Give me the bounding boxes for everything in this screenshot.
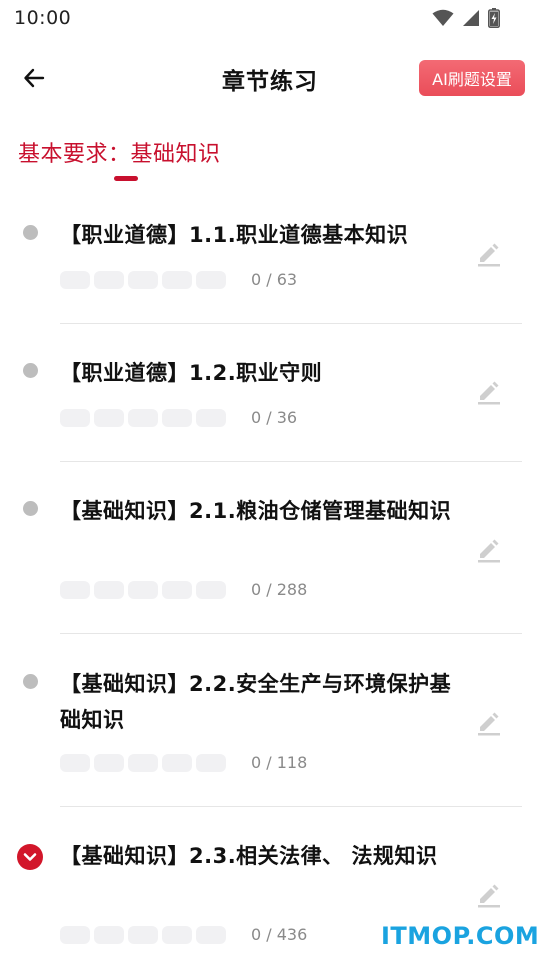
chapter-item[interactable]: 【基础知识】2.2.安全生产与环境保护基础知识 0 / 118 — [0, 634, 540, 807]
chevron-down-icon — [23, 853, 37, 861]
progress-dot — [196, 926, 226, 944]
practice-button[interactable] — [473, 238, 505, 270]
category-label: 基本要求：基础知识 — [18, 142, 221, 167]
progress-dot — [94, 926, 124, 944]
progress-count: 0 / 288 — [251, 580, 308, 599]
practice-button[interactable] — [473, 376, 505, 408]
chapter-title: 【基础知识】2.1.粮油仓储管理基础知识 — [60, 499, 452, 523]
progress-dot — [196, 409, 226, 427]
status-bar: 10:00 — [0, 0, 540, 36]
progress-dot — [128, 409, 158, 427]
progress-dot — [128, 754, 158, 772]
practice-button[interactable] — [473, 879, 505, 911]
progress-dot — [60, 409, 90, 427]
pencil-icon — [478, 381, 500, 405]
progress-dot — [60, 754, 90, 772]
chapter-title: 【职业道德】1.1.职业道德基本知识 — [60, 223, 409, 247]
pencil-icon — [478, 712, 500, 736]
status-icons — [432, 8, 500, 28]
progress-dot — [196, 581, 226, 599]
tab-indicator — [114, 176, 138, 181]
chapter-title: 【职业道德】1.2.职业守则 — [60, 361, 323, 385]
status-dot — [23, 501, 38, 516]
chapter-list: 【职业道德】1.1.职业道德基本知识 0 / 63 【职业道德】1.2.职业守则… — [0, 196, 540, 957]
progress-dot — [128, 926, 158, 944]
progress-count: 0 / 63 — [251, 270, 298, 289]
chapter-item[interactable]: 【职业道德】1.2.职业守则 0 / 36 — [0, 324, 540, 462]
progress-dot — [94, 409, 124, 427]
status-time: 10:00 — [14, 7, 72, 29]
battery-charging-icon — [488, 8, 500, 28]
ai-settings-button[interactable]: AI刷题设置 — [419, 60, 525, 96]
progress-count: 0 / 36 — [251, 408, 298, 427]
status-dot — [23, 363, 38, 378]
pencil-icon — [478, 884, 500, 908]
progress-dot — [60, 271, 90, 289]
progress-dot — [60, 926, 90, 944]
progress-dot — [94, 581, 124, 599]
screen: 10:00 章节练习 AI刷题设置 基本要求：基础知识 【职业道德】1.1.职业… — [0, 0, 540, 960]
progress-dot — [162, 926, 192, 944]
progress-dot — [162, 581, 192, 599]
progress-dot — [94, 754, 124, 772]
progress-dot — [128, 271, 158, 289]
progress-dots — [60, 581, 226, 599]
progress-count: 0 / 118 — [251, 753, 308, 772]
cellular-signal-icon — [463, 10, 479, 26]
expand-toggle[interactable] — [17, 844, 43, 870]
progress-dot — [162, 754, 192, 772]
progress-dot — [60, 581, 90, 599]
status-dot — [23, 225, 38, 240]
progress-dots — [60, 271, 226, 289]
practice-button[interactable] — [473, 534, 505, 566]
progress-dot — [162, 409, 192, 427]
progress-dots — [60, 926, 226, 944]
header: 章节练习 AI刷题设置 — [0, 48, 540, 108]
practice-button[interactable] — [473, 707, 505, 739]
pencil-icon — [478, 539, 500, 563]
chapter-title: 【基础知识】2.2.安全生产与环境保护基础知识 — [60, 672, 452, 732]
progress-count: 0 / 436 — [251, 925, 308, 944]
chapter-title: 【基础知识】2.3.相关法律、 法规知识 — [60, 844, 438, 868]
progress-dot — [162, 271, 192, 289]
progress-dot — [196, 754, 226, 772]
watermark: ITMOP.COM — [381, 922, 540, 950]
progress-dot — [196, 271, 226, 289]
progress-dot — [128, 581, 158, 599]
chapter-item[interactable]: 【基础知识】2.1.粮油仓储管理基础知识 0 / 288 — [0, 462, 540, 634]
status-dot — [23, 674, 38, 689]
progress-dots — [60, 754, 226, 772]
category-tab[interactable]: 基本要求：基础知识 — [18, 136, 221, 184]
chapter-item[interactable]: 【职业道德】1.1.职业道德基本知识 0 / 63 — [0, 196, 540, 324]
progress-dots — [60, 409, 226, 427]
wifi-icon — [432, 9, 454, 26]
progress-dot — [94, 271, 124, 289]
pencil-icon — [478, 243, 500, 267]
